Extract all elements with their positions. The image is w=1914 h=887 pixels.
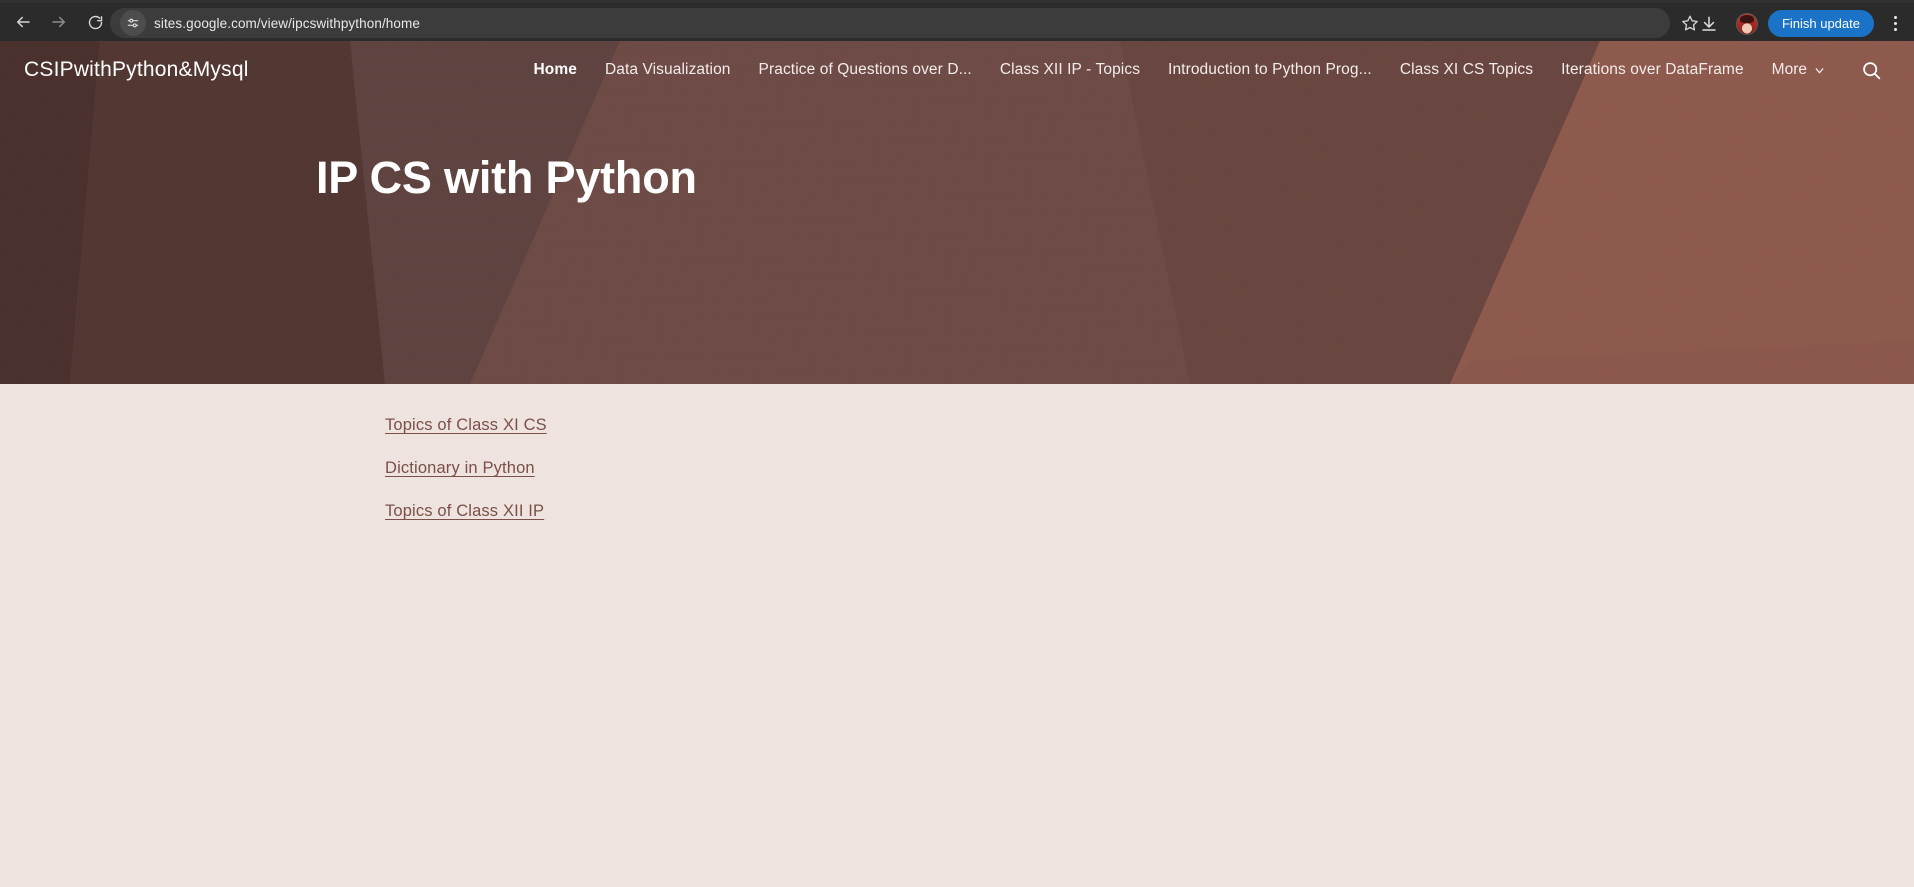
- search-icon: [1862, 61, 1880, 79]
- page-content: Topics of Class XI CS Dictionary in Pyth…: [0, 384, 1914, 887]
- forward-button[interactable]: [42, 5, 76, 39]
- reload-button[interactable]: [78, 5, 112, 39]
- download-icon: [1702, 16, 1716, 31]
- nav-item-class-xii-ip-topics[interactable]: Class XII IP - Topics: [986, 53, 1154, 87]
- browser-toolbar: sites.google.com/view/ipcswithpython/hom…: [0, 0, 1914, 41]
- navigation-buttons: [0, 5, 112, 39]
- link-dictionary-in-python[interactable]: Dictionary in Python: [385, 459, 535, 478]
- chevron-down-icon: [1815, 67, 1824, 73]
- forward-arrow-icon: [52, 16, 65, 28]
- nav-item-introduction-to-python[interactable]: Introduction to Python Prog...: [1154, 53, 1386, 87]
- nav-item-home[interactable]: Home: [519, 53, 590, 87]
- menu-dot: [1893, 22, 1897, 25]
- downloads-button[interactable]: [1692, 7, 1726, 41]
- page-title: IP CS with Python: [316, 152, 697, 203]
- site-settings-icon[interactable]: [120, 10, 146, 36]
- menu-dot: [1893, 16, 1897, 19]
- nav-item-practice-of-questions[interactable]: Practice of Questions over D...: [745, 53, 986, 87]
- menu-dot: [1893, 28, 1897, 31]
- tune-sliders-icon: [127, 18, 139, 28]
- link-topics-of-class-xii-ip[interactable]: Topics of Class XII IP: [385, 502, 544, 521]
- back-button[interactable]: [6, 5, 40, 39]
- link-topics-of-class-xi-cs[interactable]: Topics of Class XI CS: [385, 416, 547, 435]
- nav-item-data-visualization[interactable]: Data Visualization: [591, 53, 745, 87]
- nav-more-label: More: [1771, 61, 1807, 78]
- site-navigation: Home Data Visualization Practice of Ques…: [519, 51, 1896, 89]
- content-link-list: Topics of Class XI CS Dictionary in Pyth…: [385, 416, 547, 545]
- finish-update-button[interactable]: Finish update: [1767, 10, 1874, 37]
- nav-item-iterations-over-dataframe[interactable]: Iterations over DataFrame: [1547, 53, 1758, 87]
- nav-more-button[interactable]: More: [1758, 53, 1836, 87]
- site-title[interactable]: CSIPwithPython&Mysql: [24, 58, 249, 82]
- toolbar-right-actions: Finish update: [1692, 3, 1906, 44]
- profile-avatar[interactable]: [1735, 12, 1758, 35]
- browser-menu-button[interactable]: [1884, 9, 1906, 39]
- back-arrow-icon: [17, 16, 30, 28]
- url-text: sites.google.com/view/ipcswithpython/hom…: [154, 15, 420, 31]
- nav-item-class-xi-cs-topics[interactable]: Class XI CS Topics: [1386, 53, 1547, 87]
- site-search-button[interactable]: [1852, 51, 1890, 89]
- reload-icon: [88, 15, 102, 29]
- address-bar[interactable]: sites.google.com/view/ipcswithpython/hom…: [110, 8, 1670, 38]
- site-header: CSIPwithPython&Mysql Home Data Visualiza…: [0, 41, 1914, 99]
